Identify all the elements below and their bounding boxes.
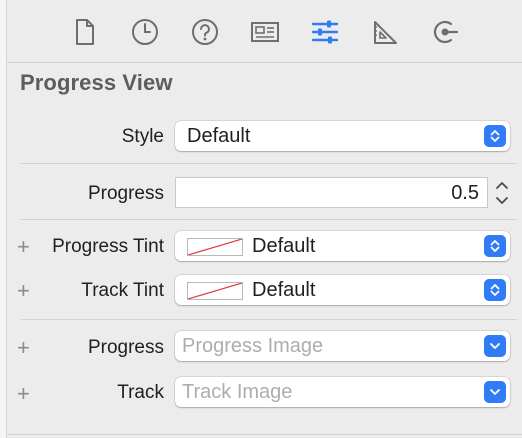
style-label: Style (121, 126, 164, 147)
clock-icon (131, 18, 159, 46)
popup-up-down-arrows-icon (484, 279, 506, 301)
progress-value-field[interactable]: 0.5 (175, 177, 488, 208)
progress-tint-popup[interactable]: Default (175, 231, 510, 261)
add-variation-plus-icon[interactable]: + (17, 236, 30, 258)
divider (21, 219, 517, 220)
attributes-inspector-panel: Progress View Style Default Progress 0.5… (6, 0, 522, 438)
tab-quick-help-inspector[interactable] (187, 14, 223, 50)
ruler-triangle-icon (371, 18, 399, 46)
chevron-down-icon[interactable] (484, 381, 506, 403)
style-popup[interactable]: Default (175, 121, 510, 151)
add-variation-plus-icon[interactable]: + (17, 337, 30, 359)
progress-label: Progress (87, 183, 164, 204)
progress-image-combo[interactable]: Progress Image (175, 331, 510, 361)
stepper-arrows-icon (491, 182, 513, 213)
tab-file-inspector[interactable] (67, 14, 103, 50)
document-icon (73, 18, 97, 46)
chevron-down-icon[interactable] (484, 335, 506, 357)
tab-attributes-inspector[interactable] (307, 14, 343, 50)
track-image-placeholder: Track Image (182, 381, 293, 403)
color-swatch (187, 238, 243, 256)
sliders-icon (310, 18, 340, 46)
track-tint-value: Default (252, 279, 316, 301)
inspector-toolbar (7, 0, 522, 63)
tab-connections-inspector[interactable] (427, 14, 463, 50)
divider (21, 319, 517, 320)
track-tint-popup[interactable]: Default (175, 275, 510, 305)
track-tint-label: Track Tint (81, 280, 164, 301)
tab-history-inspector[interactable] (127, 14, 163, 50)
identity-card-icon (250, 20, 280, 44)
connection-arrow-icon (431, 18, 459, 46)
divider (7, 434, 522, 435)
add-variation-plus-icon[interactable]: + (17, 280, 30, 302)
popup-up-down-arrows-icon (484, 235, 506, 257)
progress-image-label: Progress (87, 337, 164, 358)
style-value: Default (187, 125, 251, 147)
section-title: Progress View (20, 70, 173, 95)
progress-tint-value: Default (252, 235, 316, 257)
divider (21, 163, 517, 164)
progress-stepper[interactable] (491, 177, 513, 209)
popup-up-down-arrows-icon (484, 125, 506, 147)
progress-tint-label: Progress Tint (52, 236, 164, 257)
color-swatch (187, 282, 243, 300)
track-image-combo[interactable]: Track Image (175, 377, 510, 407)
add-variation-plus-icon[interactable]: + (17, 383, 30, 405)
progress-value: 0.5 (451, 182, 479, 204)
question-mark-icon (191, 18, 219, 46)
progress-image-placeholder: Progress Image (182, 335, 324, 357)
tab-size-inspector[interactable] (367, 14, 403, 50)
tab-identity-inspector[interactable] (247, 14, 283, 50)
track-image-label: Track (117, 382, 164, 403)
